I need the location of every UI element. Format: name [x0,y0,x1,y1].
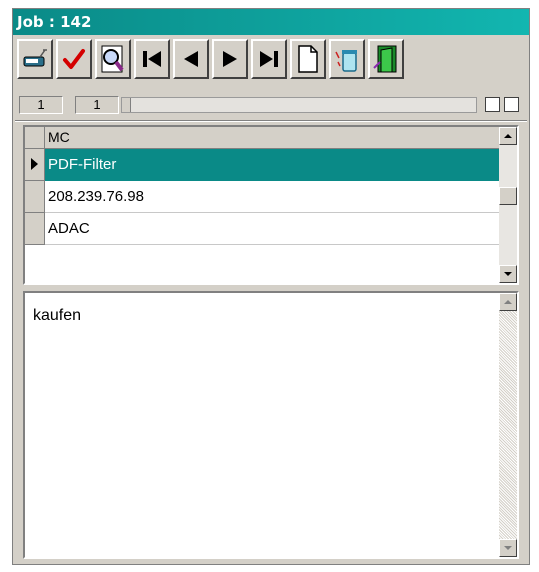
header-indicator [25,127,45,148]
arrow-down-icon [504,272,512,276]
prior-icon [184,51,198,67]
delete-button[interactable] [329,39,365,79]
memo-field[interactable]: kaufen [23,291,519,559]
grid-header-row: MC [25,127,503,149]
current-row-arrow-icon [31,158,38,170]
new-record-button[interactable] [290,39,326,79]
prior-record-button[interactable] [173,39,209,79]
table-row[interactable]: 208.239.76.98 [25,181,503,213]
scroll-thumb[interactable] [499,187,517,205]
record-count: 1 [75,96,119,114]
exit-door-icon [373,45,397,73]
grid-cell[interactable]: 208.239.76.98 [45,181,503,213]
grid-cell[interactable]: ADAC [45,213,503,245]
row-indicator [25,149,45,181]
trash-icon [335,50,357,72]
last-icon [260,51,278,67]
record-scrollbar[interactable] [121,97,477,113]
confirm-button[interactable] [56,39,92,79]
search-button[interactable] [95,39,131,79]
exit-button[interactable] [368,39,404,79]
job-window: Job : 142 1 1 MC PDF-Filter 208.239.76.9… [12,8,530,565]
memo-vertical-scrollbar[interactable] [499,293,517,557]
arrow-up-icon [504,300,512,304]
new-document-icon [298,45,318,73]
memo-scroll-down-button[interactable] [499,539,517,557]
first-icon [143,51,161,67]
grid-vertical-scrollbar[interactable] [499,127,517,283]
table-row[interactable]: PDF-Filter [25,149,503,181]
record-status-row: 1 1 [17,96,525,114]
record-scroll-thumb[interactable] [122,98,131,112]
scroll-up-button[interactable] [499,127,517,145]
first-record-button[interactable] [134,39,170,79]
row-indicator [25,213,45,245]
magnifier-icon [101,45,124,73]
window-title: Job : 142 [13,9,529,35]
column-header-mc[interactable]: MC [45,127,503,148]
table-row[interactable]: ADAC [25,213,503,245]
next-icon [223,51,237,67]
post-button[interactable] [17,39,53,79]
scroll-down-button[interactable] [499,265,517,283]
record-index: 1 [19,96,63,114]
grid-cell[interactable]: PDF-Filter [45,149,503,181]
memo-scroll-up-button[interactable] [499,293,517,311]
row-indicator [25,181,45,213]
option-checkbox-2[interactable] [504,97,519,112]
memo-text[interactable]: kaufen [33,307,81,325]
toolbar-divider [15,120,527,122]
arrow-up-icon [504,134,512,138]
arrow-down-icon [504,546,512,550]
option-checkbox-1[interactable] [485,97,500,112]
data-grid: MC PDF-Filter 208.239.76.98 ADAC [23,125,519,285]
post-record-icon [23,49,47,67]
next-record-button[interactable] [212,39,248,79]
last-record-button[interactable] [251,39,287,79]
checkmark-icon [63,49,85,69]
